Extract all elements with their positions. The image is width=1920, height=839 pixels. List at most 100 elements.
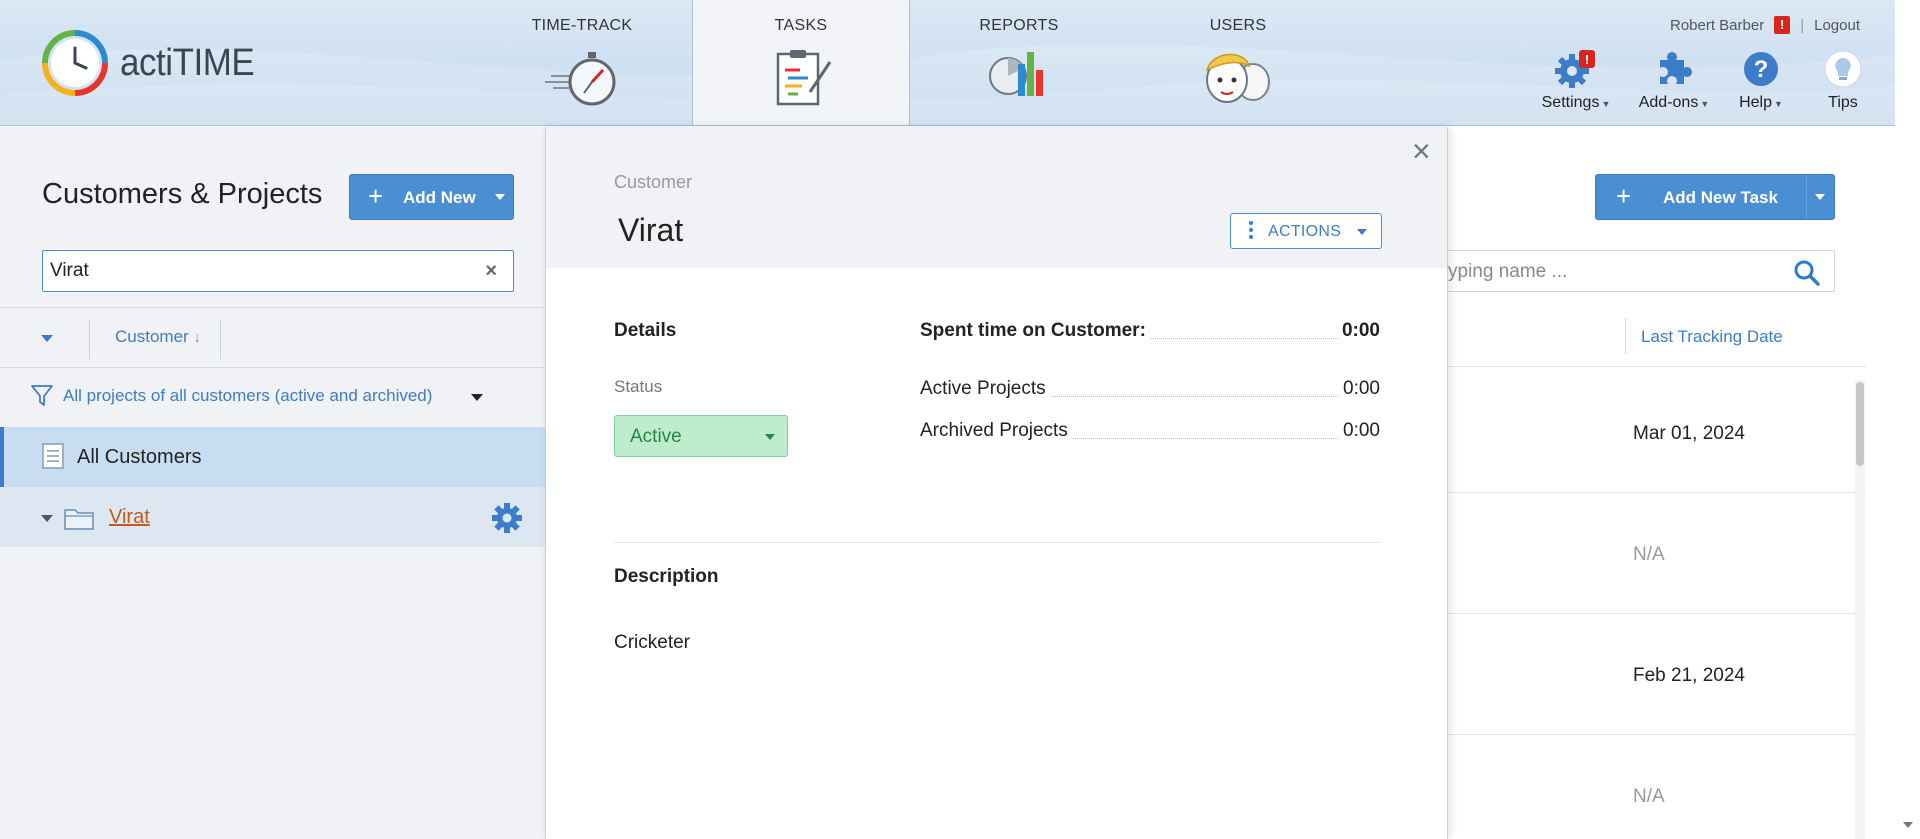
puzzle-icon [1660,52,1692,84]
actitime-logo-icon[interactable] [42,30,108,96]
add-new-label: Add New [403,188,476,207]
add-new-task-label: Add New Task [1663,188,1778,207]
table-row[interactable]: N/A [1448,493,1866,614]
add-new-button[interactable]: + Add New [349,174,514,220]
task-search-input[interactable]: yping name ... [1448,250,1835,292]
chevron-down-icon: ▼ [1700,99,1710,109]
customer-name-title[interactable]: Virat [618,212,683,249]
customer-search-input[interactable]: Virat × [42,250,514,292]
sort-column-label: Customer [115,327,189,346]
last-tracking-date: Feb 21, 2024 [1633,665,1745,686]
tab-reports[interactable]: REPORTS [947,0,1091,125]
divider [614,542,1381,543]
customer-settings-gear-icon[interactable] [491,502,523,534]
description-heading: Description [614,566,719,587]
filter-label: All projects of all customers (active an… [63,386,433,405]
column-last-tracking-date[interactable]: Last Tracking Date [1641,327,1783,347]
customer-panel-header: × Customer Virat ACTIONS [546,127,1447,268]
tree-item-customer[interactable]: Virat [0,487,545,547]
page-scrollbar[interactable] [1895,0,1920,839]
help-label: Help [1739,94,1772,111]
tab-tasks[interactable]: TASKS [692,0,910,125]
top-header: actiTIME TIME-TRACK TASKS REPORTS USERS … [0,0,1895,126]
chevron-down-icon: ▼ [1601,99,1611,109]
filter-icon [31,385,53,406]
archived-projects-label: Archived Projects [920,420,1072,442]
details-heading: Details [614,320,677,341]
column-divider [89,319,90,359]
button-divider [1806,175,1807,219]
status-select[interactable]: Active [614,415,788,457]
settings-badge: ! [1585,52,1589,67]
app-root: actiTIME TIME-TRACK TASKS REPORTS USERS … [0,0,1920,839]
tips-button[interactable]: Tips [1818,50,1868,112]
customer-details-panel: × Customer Virat ACTIONS Details Status … [545,127,1448,839]
close-icon[interactable]: × [1412,135,1431,167]
tips-label: Tips [1828,94,1858,111]
last-tracking-date: N/A [1633,544,1665,565]
tab-time-track[interactable]: TIME-TRACK [510,0,654,125]
column-divider [220,319,221,359]
description-text[interactable]: Cricketer [614,632,690,654]
active-projects-value: 0:00 [1339,378,1380,400]
expand-caret-icon[interactable] [41,515,53,522]
status-label: Status [614,377,663,396]
tab-label: TASKS [774,17,828,34]
tab-label: REPORTS [979,17,1059,34]
addons-menu[interactable]: Add-ons ▼ [1634,50,1714,112]
table-row[interactable]: Mar 01, 2024 [1448,372,1866,493]
status-value: Active [630,426,682,447]
active-projects-row: Active Projects 0:00 [920,378,1380,404]
table-row[interactable]: Feb 21, 2024 [1448,614,1866,735]
actions-button[interactable]: ACTIONS [1230,213,1382,249]
help-menu[interactable]: ? Help ▼ [1730,50,1792,112]
user-name[interactable]: Robert Barber [1670,17,1764,34]
chevron-down-icon[interactable] [1815,194,1825,200]
logo-text: actiTIME [120,42,255,84]
task-search-placeholder: yping name ... [1448,261,1568,282]
clear-search-icon[interactable]: × [485,260,497,283]
settings-menu[interactable]: ! Settings ▼ [1538,50,1614,112]
logout-link[interactable]: Logout [1814,17,1860,34]
table-row[interactable]: N/A [1448,735,1866,839]
folder-icon [64,509,94,530]
reports-chart-icon [989,52,1043,96]
scroll-down-arrow-icon[interactable] [1903,822,1913,828]
spent-time-value: 0:00 [1337,320,1380,342]
plus-icon: + [368,181,384,211]
sort-by-customer[interactable]: Customer ↓ [115,327,201,347]
last-tracking-date: Mar 01, 2024 [1633,423,1745,444]
spent-time-row: Spent time on Customer: 0:00 [920,320,1380,346]
entity-type-label: Customer [614,172,693,192]
user-separator: | [1800,16,1805,34]
user-area: Robert Barber ! | Logout [1670,16,1860,34]
active-projects-label: Active Projects [920,378,1050,400]
settings-label: Settings [1541,94,1600,111]
chevron-down-icon [765,434,775,440]
gear-icon: ! [1555,50,1595,88]
collapse-all-caret-icon[interactable] [41,335,53,342]
users-faces-icon [1205,53,1270,103]
tree-item-all-customers[interactable]: All Customers [0,427,545,487]
tasks-column-header: Last Tracking Date [1448,306,1866,367]
tab-users[interactable]: USERS [1166,0,1310,125]
add-new-task-button[interactable]: + Add New Task [1595,174,1835,220]
lightbulb-icon [1824,50,1862,88]
sort-arrow-down-icon: ↓ [193,329,201,346]
last-tracking-date: N/A [1633,786,1665,807]
search-icon[interactable] [1794,260,1820,286]
tab-label: TIME-TRACK [531,17,633,34]
customers-projects-panel: Customers & Projects + Add New Virat × C… [0,127,545,839]
search-value: Virat [50,260,89,281]
page-title: Customers & Projects [42,178,323,210]
chevron-down-icon[interactable] [471,394,483,401]
tasks-scrollbar-thumb[interactable] [1856,382,1864,466]
customer-name-link[interactable]: Virat [109,506,150,529]
actions-label: ACTIONS [1268,223,1342,240]
chevron-down-icon [1357,229,1367,235]
document-list-icon [42,443,64,469]
help-icon: ? [1744,52,1778,86]
alert-icon[interactable]: ! [1774,16,1791,34]
archived-projects-value: 0:00 [1339,420,1380,442]
sort-row: Customer ↓ [0,307,545,367]
